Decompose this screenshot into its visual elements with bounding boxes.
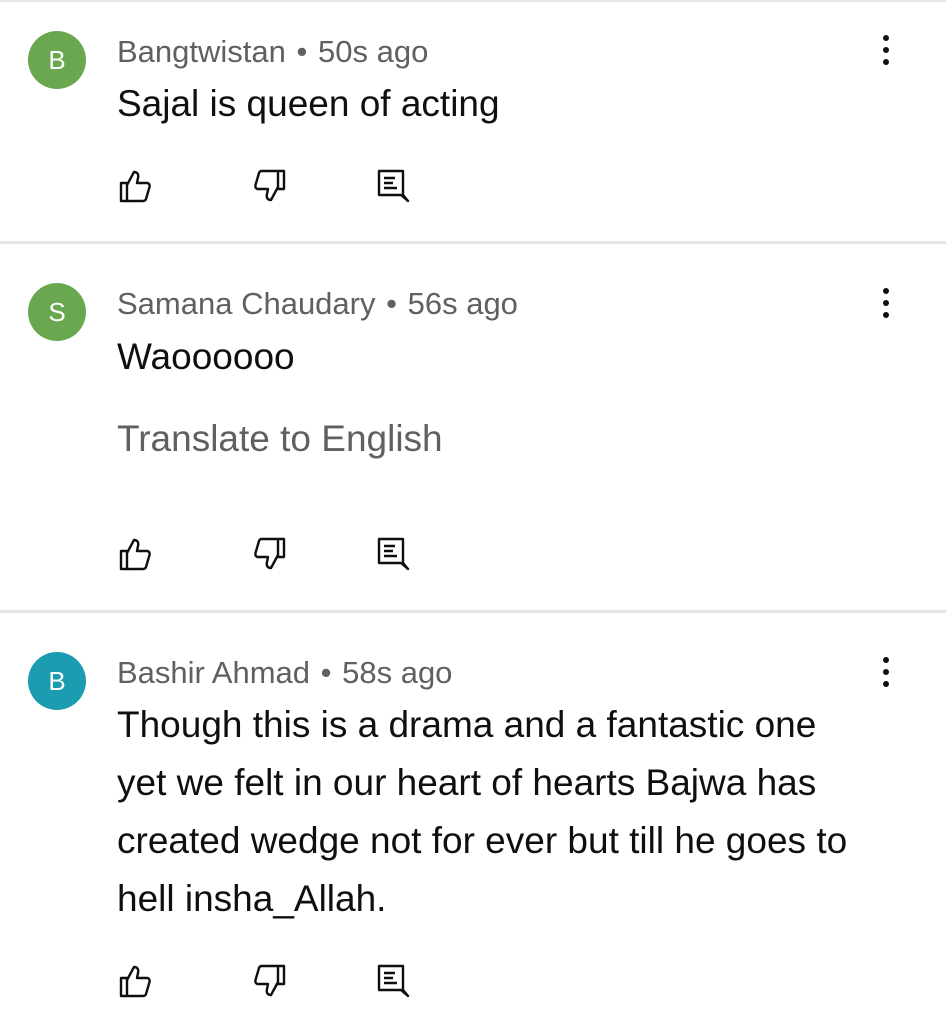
avatar[interactable]: S — [28, 283, 86, 341]
meta-separator: • — [320, 655, 332, 690]
more-vertical-icon[interactable] — [870, 30, 902, 70]
comment-actions — [0, 534, 946, 574]
comment-meta: Bashir Ahmad • 58s ago — [117, 657, 452, 688]
reply-comment-icon[interactable] — [373, 961, 413, 1001]
thumbs-down-icon[interactable] — [250, 534, 290, 574]
thumbs-up-icon[interactable] — [115, 534, 155, 574]
meta-separator: • — [296, 34, 308, 69]
thumbs-up-icon[interactable] — [115, 166, 155, 206]
top-divider — [0, 0, 946, 2]
author-name[interactable]: Bashir Ahmad — [117, 655, 310, 690]
reply-comment-icon[interactable] — [373, 166, 413, 206]
comment-text: Though this is a drama and a fantastic o… — [117, 704, 848, 919]
comment-time: 58s ago — [342, 655, 453, 690]
comment-text: Waoooooo — [117, 336, 295, 377]
thumbs-down-icon[interactable] — [250, 166, 290, 206]
comment-actions — [0, 961, 946, 1001]
author-name[interactable]: Samana Chaudary — [117, 286, 376, 321]
avatar[interactable]: B — [28, 652, 86, 710]
translate-link[interactable]: Translate to English — [117, 420, 443, 457]
comment-divider — [0, 241, 946, 244]
comment-actions — [0, 166, 946, 206]
meta-separator: • — [386, 286, 397, 321]
thumbs-down-icon[interactable] — [250, 961, 290, 1001]
comment-text: Sajal is queen of acting — [117, 83, 500, 124]
thumbs-up-icon[interactable] — [115, 961, 155, 1001]
comment-time: 50s ago — [318, 34, 429, 69]
comment-meta: Bangtwistan • 50s ago — [117, 36, 428, 67]
more-vertical-icon[interactable] — [870, 652, 902, 692]
comment-time: 56s ago — [407, 286, 518, 321]
comment-meta: Samana Chaudary • 56s ago — [117, 288, 518, 319]
avatar[interactable]: B — [28, 31, 86, 89]
author-name[interactable]: Bangtwistan — [117, 34, 286, 69]
reply-comment-icon[interactable] — [373, 534, 413, 574]
comment-divider — [0, 610, 946, 613]
more-vertical-icon[interactable] — [870, 283, 902, 323]
